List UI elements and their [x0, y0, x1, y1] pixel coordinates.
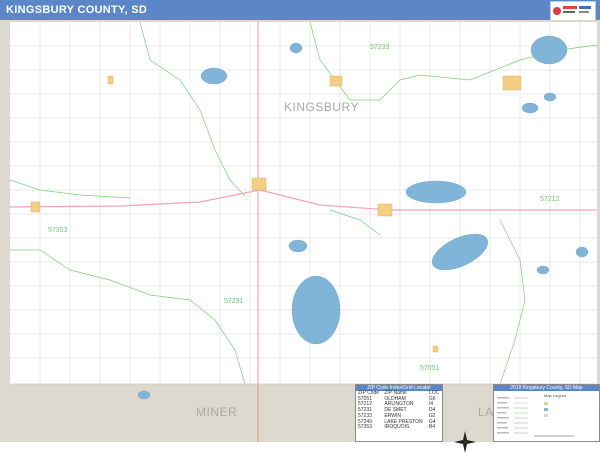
compass-rose-icon [454, 431, 476, 453]
zip-label: 57233 [370, 44, 390, 51]
legend-symbols [497, 397, 574, 437]
zip-label: 57212 [540, 196, 560, 203]
map-title: KINGSBURY COUNTY, SD [6, 4, 148, 16]
legend-title: 2019 Kingsbury County, SD Map [494, 385, 599, 391]
neighbor-county-partial-label: LA [478, 405, 494, 419]
table-row: 57353 IROQUOIS B4 [356, 425, 442, 431]
map-canvas [9, 21, 600, 442]
county-label: KINGSBURY [284, 100, 359, 114]
zip-label: 57231 [224, 298, 244, 305]
zip-locator-table: ZIP Code Index/Grid Locator ZIP Code ZIP… [355, 384, 443, 442]
title-bar: KINGSBURY COUNTY, SD [0, 0, 600, 21]
neighbor-county-label: MINER [196, 405, 238, 419]
map-legend: 2019 Kingsbury County, SD Map Map Legend [493, 384, 600, 442]
zip-label: 57353 [48, 227, 68, 234]
zip-name: IROQUOIS [384, 424, 410, 431]
zip-loc: B4 [428, 424, 436, 431]
zip-label: 57051 [420, 365, 440, 372]
zip-code: 57353 [358, 424, 372, 431]
logo-icon [550, 1, 596, 21]
map-area[interactable]: KINGSBURY MINER LA 57233 57353 57212 572… [0, 20, 600, 453]
